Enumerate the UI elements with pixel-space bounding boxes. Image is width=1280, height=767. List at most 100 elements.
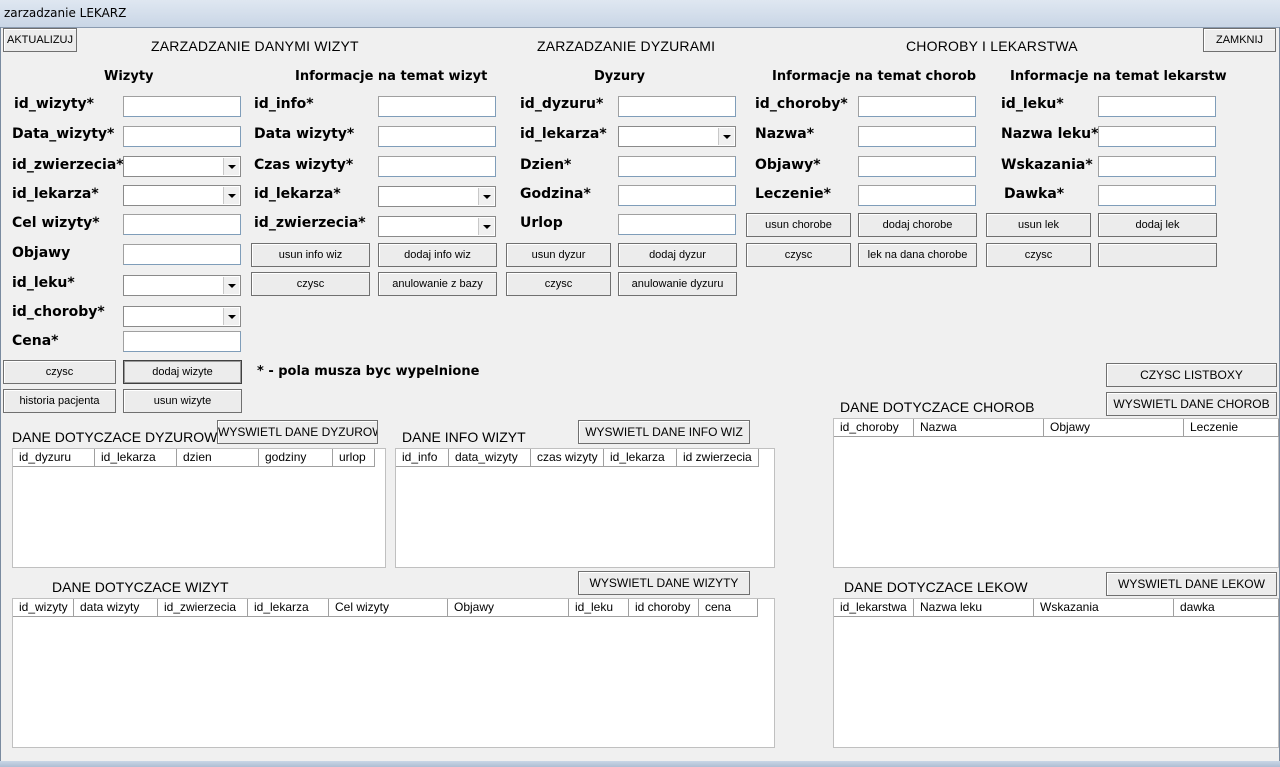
visit-purpose-input[interactable] bbox=[123, 214, 241, 235]
chevron-down-icon[interactable] bbox=[223, 158, 239, 175]
add-disease-button[interactable]: dodaj chorobe bbox=[858, 213, 977, 237]
column-header[interactable]: urlop bbox=[333, 449, 375, 467]
delete-drug-button[interactable]: usun lek bbox=[986, 213, 1091, 237]
disease-id-input[interactable] bbox=[858, 96, 976, 117]
column-header[interactable]: Nazwa leku bbox=[914, 599, 1034, 617]
column-header[interactable]: cena bbox=[699, 599, 758, 617]
column-header[interactable]: id_choroby bbox=[834, 419, 914, 437]
visit-price-input[interactable] bbox=[123, 331, 241, 352]
patient-history-button[interactable]: historia pacjenta bbox=[3, 389, 116, 413]
duty-clear-button[interactable]: czysc bbox=[506, 272, 611, 296]
duty-id-input[interactable] bbox=[618, 96, 736, 117]
column-header[interactable]: dzien bbox=[177, 449, 259, 467]
delete-disease-button[interactable]: usun chorobe bbox=[746, 213, 851, 237]
disease-treatment-input[interactable] bbox=[858, 185, 976, 206]
info-id-input[interactable] bbox=[378, 96, 496, 117]
column-header[interactable]: id_dyzuru bbox=[13, 449, 95, 467]
column-header[interactable]: id_lekarza bbox=[248, 599, 329, 617]
show-visit-info-button[interactable]: WYSWIETL DANE INFO WIZ bbox=[578, 420, 750, 444]
column-header[interactable]: czas wizyty bbox=[531, 449, 604, 467]
info-doctor-combo[interactable] bbox=[378, 186, 496, 207]
column-header[interactable]: id_lekarstwa bbox=[834, 599, 914, 617]
chevron-down-icon[interactable] bbox=[478, 188, 494, 205]
info-animal-combo[interactable] bbox=[378, 216, 496, 237]
visit-id-input[interactable] bbox=[123, 96, 241, 117]
column-header[interactable]: id_lekarza bbox=[95, 449, 177, 467]
column-header[interactable]: godziny bbox=[259, 449, 333, 467]
delete-visit-info-button[interactable]: usun info wiz bbox=[251, 243, 370, 267]
column-header[interactable]: Cel wizyty bbox=[329, 599, 448, 617]
visits-listview[interactable]: id_wizyty data wizyty id_zwierzecia id_l… bbox=[12, 598, 775, 748]
add-drug-button[interactable]: dodaj lek bbox=[1098, 213, 1217, 237]
refresh-button[interactable]: AKTUALIZUJ bbox=[3, 28, 77, 52]
column-header[interactable]: Objawy bbox=[1044, 419, 1184, 437]
add-visit-info-button[interactable]: dodaj info wiz bbox=[378, 243, 497, 267]
column-header[interactable]: data wizyty bbox=[74, 599, 158, 617]
add-visit-button[interactable]: dodaj wizyte bbox=[123, 360, 242, 384]
column-header[interactable]: id zwierzecia bbox=[677, 449, 759, 467]
drug-id-input[interactable] bbox=[1098, 96, 1216, 117]
visit-doctor-combo[interactable] bbox=[123, 185, 241, 206]
info-date-input[interactable] bbox=[378, 126, 496, 147]
column-header[interactable]: Nazwa bbox=[914, 419, 1044, 437]
chevron-down-icon[interactable] bbox=[223, 277, 239, 294]
duty-doctor-combo[interactable] bbox=[618, 126, 736, 147]
diseases-listview[interactable]: id_choroby Nazwa Objawy Leczenie bbox=[833, 418, 1279, 568]
visit-animal-combo[interactable] bbox=[123, 156, 241, 177]
info-time-input[interactable] bbox=[378, 156, 496, 177]
delete-visit-button[interactable]: usun wizyte bbox=[123, 389, 242, 413]
unlabeled-button[interactable] bbox=[1098, 243, 1217, 267]
clear-listboxes-button[interactable]: CZYSC LISTBOXY bbox=[1106, 363, 1277, 387]
duty-hour-input[interactable] bbox=[618, 185, 736, 206]
column-header[interactable]: id choroby bbox=[629, 599, 699, 617]
chevron-down-icon[interactable] bbox=[718, 128, 734, 145]
duty-day-input[interactable] bbox=[618, 156, 736, 177]
label-drug-indications: Wskazania* bbox=[1001, 157, 1093, 173]
close-button[interactable]: ZAMKNIJ bbox=[1203, 28, 1276, 52]
show-drugs-button[interactable]: WYSWIETL DANE LEKOW bbox=[1106, 572, 1277, 596]
cancel-from-db-button[interactable]: anulowanie z bazy bbox=[378, 272, 497, 296]
disease-symptoms-input[interactable] bbox=[858, 156, 976, 177]
column-header[interactable]: id_wizyty bbox=[13, 599, 74, 617]
drug-indications-input[interactable] bbox=[1098, 156, 1216, 177]
add-duty-button[interactable]: dodaj dyzur bbox=[618, 243, 737, 267]
visit-info-clear-button[interactable]: czysc bbox=[251, 272, 370, 296]
show-diseases-button[interactable]: WYSWIETL DANE CHOROB bbox=[1106, 392, 1277, 416]
drug-for-disease-button[interactable]: lek na dana chorobe bbox=[858, 243, 977, 267]
label-id-leku: id_leku* bbox=[12, 275, 75, 291]
column-header[interactable]: Wskazania bbox=[1034, 599, 1174, 617]
column-header[interactable]: id_leku bbox=[569, 599, 629, 617]
visit-symptoms-input[interactable] bbox=[123, 244, 241, 265]
show-duty-button[interactable]: WYSWIETL DANE DYZUROW bbox=[217, 420, 378, 444]
column-header[interactable]: Leczenie bbox=[1184, 419, 1279, 437]
duty-leave-input[interactable] bbox=[618, 214, 736, 235]
drugs-listview[interactable]: id_lekarstwa Nazwa leku Wskazania dawka bbox=[833, 598, 1279, 748]
visits-clear-button[interactable]: czysc bbox=[3, 360, 116, 384]
diseases-list-header: id_choroby Nazwa Objawy Leczenie bbox=[834, 419, 1279, 437]
disease-name-input[interactable] bbox=[858, 126, 976, 147]
column-header[interactable]: id_zwierzecia bbox=[158, 599, 248, 617]
drug-name-input[interactable] bbox=[1098, 126, 1216, 147]
duty-listview[interactable]: id_dyzuru id_lekarza dzien godziny urlop bbox=[12, 448, 386, 568]
drug-clear-button[interactable]: czysc bbox=[986, 243, 1091, 267]
show-visits-button[interactable]: WYSWIETL DANE WIZYTY bbox=[578, 571, 750, 595]
drug-dose-input[interactable] bbox=[1098, 185, 1216, 206]
delete-duty-button[interactable]: usun dyzur bbox=[506, 243, 611, 267]
column-header[interactable]: id_lekarza bbox=[604, 449, 677, 467]
drugs-heading: Informacje na temat lekarstw bbox=[1010, 69, 1227, 84]
column-header[interactable]: data_wizyty bbox=[449, 449, 531, 467]
disease-clear-button[interactable]: czysc bbox=[746, 243, 851, 267]
info-list-header: id_info data_wizyty czas wizyty id_lekar… bbox=[396, 449, 759, 467]
column-header[interactable]: dawka bbox=[1174, 599, 1279, 617]
label-objawy: Objawy bbox=[12, 245, 71, 261]
visit-info-listview[interactable]: id_info data_wizyty czas wizyty id_lekar… bbox=[395, 448, 775, 568]
cancel-duty-button[interactable]: anulowanie dyzuru bbox=[618, 272, 737, 296]
chevron-down-icon[interactable] bbox=[223, 308, 239, 325]
column-header[interactable]: id_info bbox=[396, 449, 449, 467]
visit-drug-combo[interactable] bbox=[123, 275, 241, 296]
column-header[interactable]: Objawy bbox=[448, 599, 569, 617]
visit-disease-combo[interactable] bbox=[123, 306, 241, 327]
chevron-down-icon[interactable] bbox=[478, 218, 494, 235]
visit-date-input[interactable] bbox=[123, 126, 241, 147]
chevron-down-icon[interactable] bbox=[223, 187, 239, 204]
